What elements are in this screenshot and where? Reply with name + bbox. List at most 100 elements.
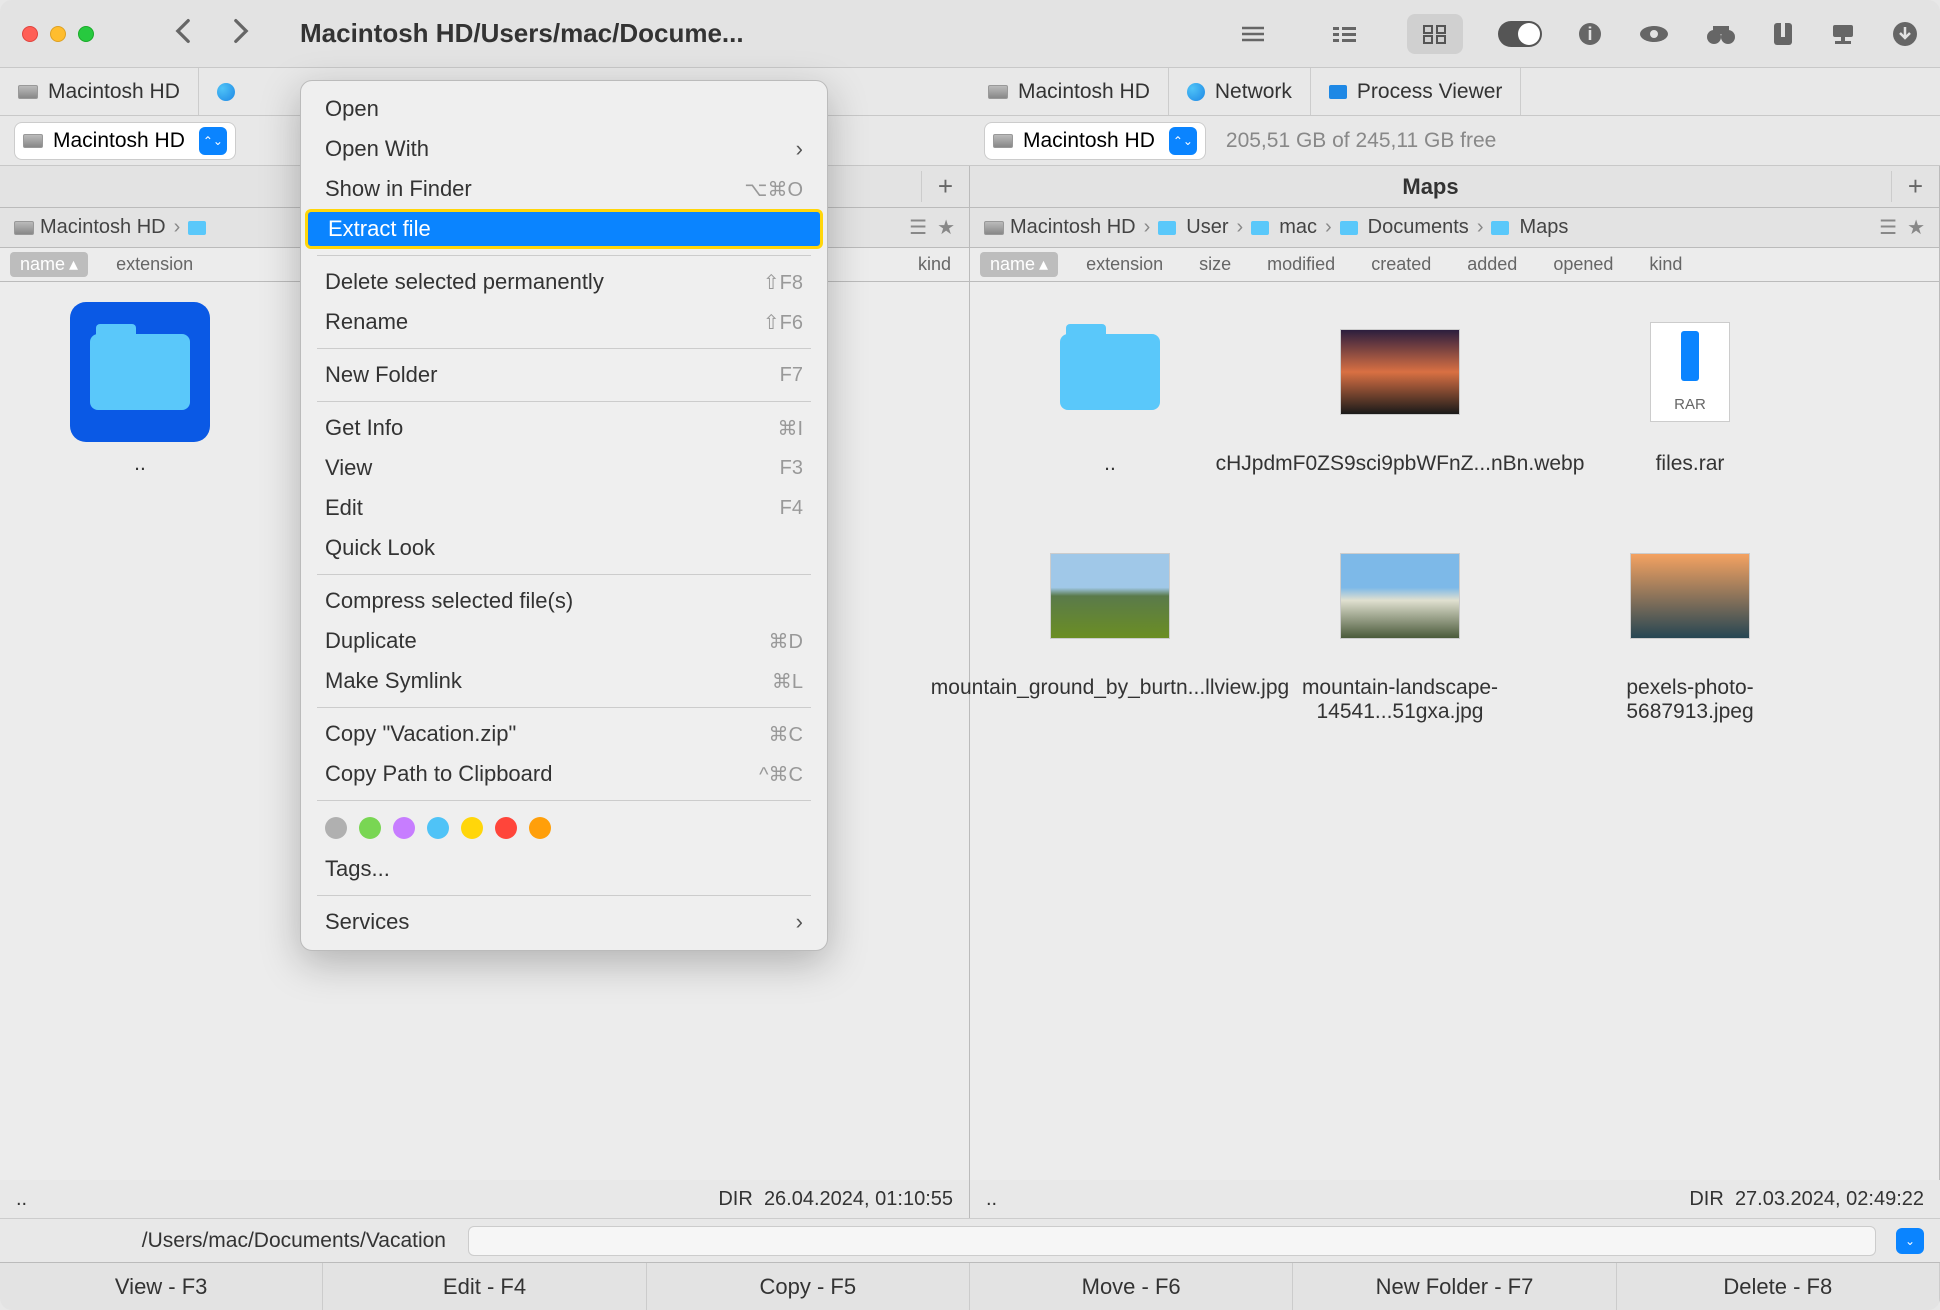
globe-icon xyxy=(217,83,235,101)
eye-icon[interactable] xyxy=(1638,24,1670,44)
fkey-move[interactable]: Move - F6 xyxy=(970,1263,1293,1310)
image-thumbnail xyxy=(1340,329,1460,415)
list-toggle-icon[interactable]: ☰ xyxy=(909,215,927,240)
download-icon[interactable] xyxy=(1892,21,1918,47)
context-menu-item[interactable]: Duplicate⌘D xyxy=(301,621,827,661)
svg-text:i: i xyxy=(1587,24,1592,44)
context-menu-item[interactable]: Services› xyxy=(301,902,827,942)
path-dropdown-button[interactable]: ⌄ xyxy=(1896,1228,1924,1254)
col-kind[interactable]: kind xyxy=(900,254,969,275)
tab-network[interactable]: Network xyxy=(1169,68,1311,115)
left-device-select[interactable]: Macintosh HD ⌃⌄ xyxy=(14,122,236,160)
context-menu-label: Delete selected permanently xyxy=(325,269,604,295)
right-file-tab[interactable]: Maps xyxy=(970,174,1891,200)
col-name[interactable]: name ▴ xyxy=(10,252,88,277)
context-menu-item[interactable]: EditF4 xyxy=(301,488,827,528)
context-menu-item[interactable]: Get Info⌘I xyxy=(301,408,827,448)
image-item-mountain-landscape[interactable]: mountain-landscape-14541...51gxa.jpg xyxy=(1290,526,1510,724)
device-dropdown-icon[interactable]: ⌃⌄ xyxy=(1169,127,1197,155)
context-menu-shortcut: ^⌘C xyxy=(759,762,803,787)
tag-color-dot[interactable] xyxy=(393,817,415,839)
tab-partial[interactable] xyxy=(199,68,253,115)
right-column-headers[interactable]: name ▴ extension size modified created a… xyxy=(970,248,1939,282)
maximize-window-button[interactable] xyxy=(78,26,94,42)
context-menu-item[interactable]: Copy "Vacation.zip"⌘C xyxy=(301,714,827,754)
context-menu-divider xyxy=(317,348,811,349)
close-window-button[interactable] xyxy=(22,26,38,42)
tag-color-dot[interactable] xyxy=(427,817,449,839)
fkey-copy[interactable]: Copy - F5 xyxy=(647,1263,970,1310)
rar-item[interactable]: RAR files.rar xyxy=(1580,302,1800,476)
col-opened[interactable]: opened xyxy=(1535,254,1631,275)
tag-color-dot[interactable] xyxy=(325,817,347,839)
context-menu-divider xyxy=(317,895,811,896)
context-menu-item[interactable]: New FolderF7 xyxy=(301,355,827,395)
context-menu-item[interactable]: Make Symlink⌘L xyxy=(301,661,827,701)
context-menu-item[interactable]: Show in Finder⌥⌘O xyxy=(301,169,827,209)
right-icon-grid[interactable]: .. cHJpdmF0ZS9sci9pbWFnZ...nBn.webp RAR … xyxy=(970,282,1939,1180)
minimize-window-button[interactable] xyxy=(50,26,66,42)
context-menu-item[interactable]: Quick Look xyxy=(301,528,827,568)
context-menu-shortcut: ⇧F6 xyxy=(763,310,803,335)
network-icon[interactable] xyxy=(1829,23,1857,45)
tag-color-dot[interactable] xyxy=(359,817,381,839)
add-tab-button[interactable]: + xyxy=(921,171,969,202)
archive-icon[interactable] xyxy=(1772,21,1794,47)
image-thumbnail xyxy=(1340,553,1460,639)
back-button[interactable] xyxy=(174,18,192,49)
path-bar: /Users/mac/Documents/Vacation ⌄ xyxy=(0,1218,1940,1262)
path-input[interactable] xyxy=(468,1226,1876,1256)
icon-view-icon[interactable] xyxy=(1407,14,1463,54)
parent-folder-item[interactable]: .. xyxy=(1000,302,1220,476)
fkey-new-folder[interactable]: New Folder - F7 xyxy=(1293,1263,1616,1310)
context-menu-item[interactable]: Open xyxy=(301,89,827,129)
right-breadcrumb[interactable]: Macintosh HD› User› mac› Documents› Maps… xyxy=(970,208,1939,248)
image-item-mountain-ground[interactable]: mountain_ground_by_burtn...llview.jpg xyxy=(1000,526,1220,724)
list-view-icon[interactable] xyxy=(1225,14,1281,54)
context-menu-item[interactable]: Compress selected file(s) xyxy=(301,581,827,621)
column-view-icon[interactable] xyxy=(1316,14,1372,54)
context-menu-item[interactable]: Delete selected permanently⇧F8 xyxy=(301,262,827,302)
col-added[interactable]: added xyxy=(1449,254,1535,275)
toggle-icon[interactable] xyxy=(1498,21,1542,47)
tag-color-dot[interactable] xyxy=(529,817,551,839)
context-menu-label: Services xyxy=(325,909,409,935)
fkey-view[interactable]: View - F3 xyxy=(0,1263,323,1310)
add-tab-button[interactable]: + xyxy=(1891,171,1939,202)
context-menu-item[interactable]: Extract file xyxy=(305,209,823,249)
tab-macintosh-hd-r[interactable]: Macintosh HD xyxy=(970,68,1169,115)
context-menu-item[interactable]: ViewF3 xyxy=(301,448,827,488)
col-kind[interactable]: kind xyxy=(1631,254,1700,275)
device-dropdown-icon[interactable]: ⌃⌄ xyxy=(199,127,227,155)
parent-folder-item[interactable]: .. xyxy=(30,302,250,476)
tab-process-viewer[interactable]: Process Viewer xyxy=(1311,68,1522,115)
tab-macintosh-hd[interactable]: Macintosh HD xyxy=(0,68,199,115)
star-icon[interactable]: ★ xyxy=(937,215,955,240)
image-item-pexels[interactable]: pexels-photo-5687913.jpeg xyxy=(1580,526,1800,724)
col-size[interactable]: size xyxy=(1181,254,1249,275)
col-extension[interactable]: extension xyxy=(1068,254,1181,275)
star-icon[interactable]: ★ xyxy=(1907,215,1925,240)
context-menu-item[interactable]: Open With› xyxy=(301,129,827,169)
col-created[interactable]: created xyxy=(1353,254,1449,275)
context-menu-item[interactable]: Copy Path to Clipboard^⌘C xyxy=(301,754,827,794)
binoculars-icon[interactable] xyxy=(1705,23,1737,45)
context-menu-item[interactable]: Tags... xyxy=(301,849,827,889)
fkey-delete[interactable]: Delete - F8 xyxy=(1617,1263,1940,1310)
col-modified[interactable]: modified xyxy=(1249,254,1353,275)
image-item-webp[interactable]: cHJpdmF0ZS9sci9pbWFnZ...nBn.webp xyxy=(1290,302,1510,476)
window-controls xyxy=(22,26,94,42)
context-menu-item[interactable]: Rename⇧F6 xyxy=(301,302,827,342)
tag-color-dot[interactable] xyxy=(461,817,483,839)
col-name[interactable]: name ▴ xyxy=(980,252,1058,277)
forward-button[interactable] xyxy=(232,18,250,49)
context-menu-label: Duplicate xyxy=(325,628,417,654)
col-extension[interactable]: extension xyxy=(98,254,211,275)
tag-color-dot[interactable] xyxy=(495,817,517,839)
info-icon[interactable]: i xyxy=(1577,21,1603,47)
right-device-select[interactable]: Macintosh HD ⌃⌄ xyxy=(984,122,1206,160)
fkey-edit[interactable]: Edit - F4 xyxy=(323,1263,646,1310)
context-menu-label: Get Info xyxy=(325,415,403,441)
context-menu-divider xyxy=(317,574,811,575)
list-toggle-icon[interactable]: ☰ xyxy=(1879,215,1897,240)
